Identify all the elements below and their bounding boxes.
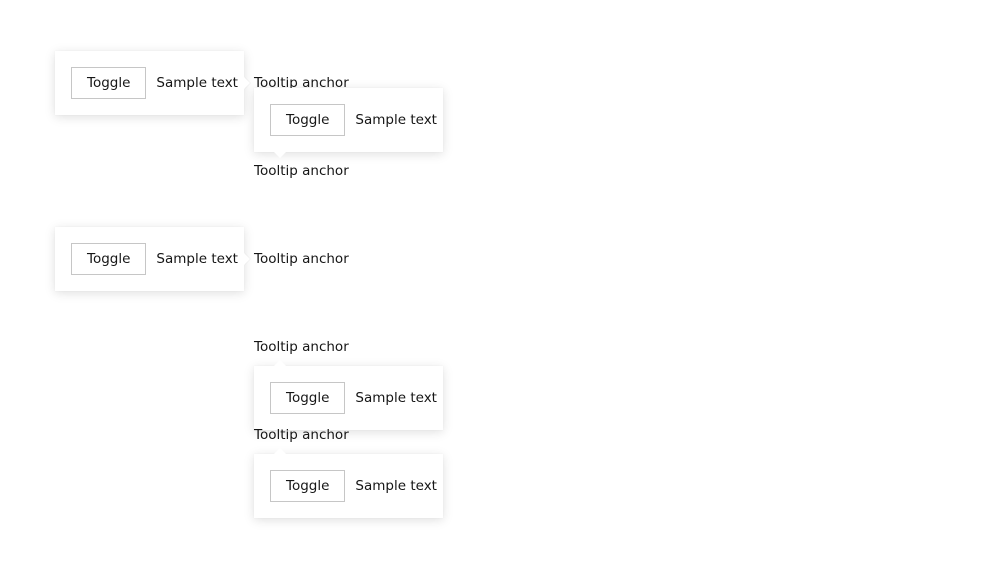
tooltip-caret <box>274 152 286 158</box>
tooltip-sample-text: Sample text <box>355 478 437 494</box>
tooltip-sample-text: Sample text <box>355 112 437 128</box>
toggle-button[interactable]: Toggle <box>270 104 346 136</box>
tooltip-caret <box>274 448 286 454</box>
tooltip-sample-text: Sample text <box>355 390 437 406</box>
tooltip-anchor[interactable]: Tooltip anchor <box>254 339 349 355</box>
tooltip-panel: Toggle Sample text <box>254 448 443 518</box>
tooltip-panel: Toggle Sample text <box>55 51 250 115</box>
tooltip-caret <box>244 253 250 265</box>
tooltip-panel: Toggle Sample text <box>254 88 443 158</box>
toggle-button[interactable]: Toggle <box>270 470 346 502</box>
tooltip-sample-text: Sample text <box>156 75 238 91</box>
tooltip-caret <box>274 360 286 366</box>
toggle-button[interactable]: Toggle <box>270 382 346 414</box>
tooltip-caret <box>244 77 250 89</box>
tooltip-anchor[interactable]: Tooltip anchor <box>254 251 349 267</box>
tooltip-panel: Toggle Sample text <box>55 227 250 291</box>
tooltip-anchor[interactable]: Tooltip anchor <box>254 163 349 179</box>
tooltip-anchor[interactable]: Tooltip anchor <box>254 427 349 443</box>
toggle-button[interactable]: Toggle <box>71 67 147 99</box>
tooltip-sample-text: Sample text <box>156 251 238 267</box>
tooltip-panel: Toggle Sample text <box>254 360 443 430</box>
toggle-button[interactable]: Toggle <box>71 243 147 275</box>
